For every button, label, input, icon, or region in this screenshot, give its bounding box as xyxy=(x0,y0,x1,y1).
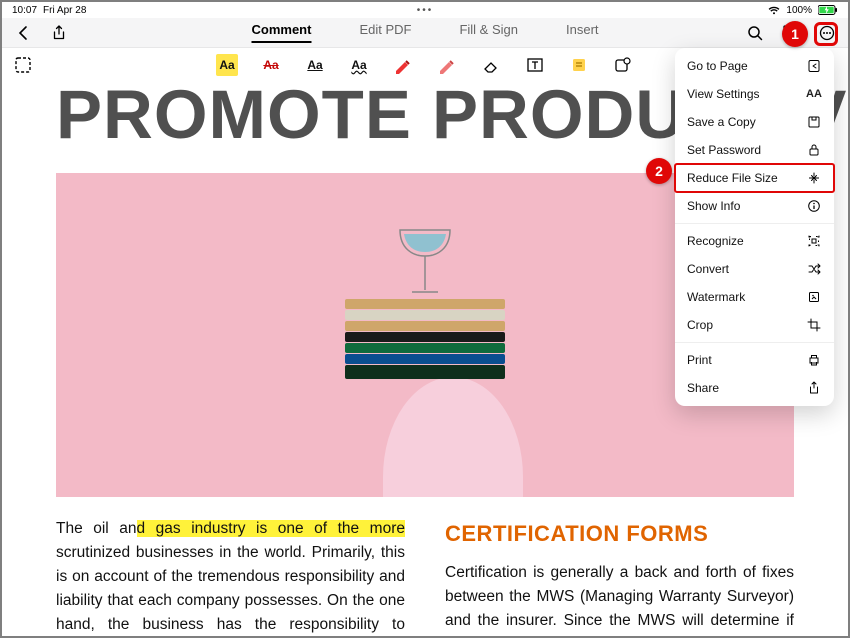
save-icon xyxy=(806,114,822,130)
status-date: Fri Apr 28 xyxy=(43,5,86,16)
print-icon xyxy=(806,352,822,368)
battery-percent: 100% xyxy=(786,5,812,16)
note-icon[interactable] xyxy=(568,54,590,76)
share-icon[interactable] xyxy=(50,24,68,42)
main-toolbar: Comment Edit PDF Fill & Sign Insert xyxy=(2,18,848,48)
menu-item-reduce-file-size[interactable]: Reduce File Size xyxy=(675,164,834,192)
highlight-tool[interactable]: Aa xyxy=(216,54,238,76)
strikeout-tool[interactable]: Aa xyxy=(260,54,282,76)
battery-icon xyxy=(818,5,838,15)
body-text: Certification is generally a back and fo… xyxy=(445,564,794,636)
wm-icon xyxy=(806,289,822,305)
squiggly-tool[interactable]: Aa xyxy=(348,54,370,76)
menu-item-show-info[interactable]: Show Info xyxy=(675,192,834,220)
menu-item-watermark[interactable]: Watermark xyxy=(675,283,834,311)
marker-pink-icon[interactable] xyxy=(436,54,458,76)
underline-tool[interactable]: Aa xyxy=(304,54,326,76)
callout-badge-1: 1 xyxy=(782,21,808,47)
menu-item-go-to-page[interactable]: Go to Page xyxy=(675,52,834,80)
status-time: 10:07 xyxy=(12,5,37,16)
menu-item-print[interactable]: Print xyxy=(675,346,834,374)
marker-red-icon[interactable] xyxy=(392,54,414,76)
menu-item-share[interactable]: Share xyxy=(675,374,834,402)
menu-item-convert[interactable]: Convert xyxy=(675,255,834,283)
tab-insert[interactable]: Insert xyxy=(566,22,599,43)
go-icon xyxy=(806,58,822,74)
crop-icon xyxy=(806,317,822,333)
menu-item-view-settings[interactable]: View SettingsAA xyxy=(675,80,834,108)
more-menu: Go to PageView SettingsAASave a CopySet … xyxy=(675,48,834,406)
callout-ring-1 xyxy=(814,22,838,46)
scan-icon xyxy=(806,233,822,249)
lock-icon xyxy=(806,142,822,158)
section-heading: CERTIFICATION FORMS xyxy=(445,517,794,551)
tab-edit-pdf[interactable]: Edit PDF xyxy=(359,22,411,43)
book-stack xyxy=(345,298,505,379)
search-icon[interactable] xyxy=(746,24,764,42)
back-button[interactable] xyxy=(14,24,32,42)
tab-fill-sign[interactable]: Fill & Sign xyxy=(459,22,518,43)
info-icon xyxy=(806,198,822,214)
cocktail-glass-graphic xyxy=(390,220,460,305)
column-left: The oil and gas industry is one of the m… xyxy=(56,517,405,636)
eraser-icon[interactable] xyxy=(480,54,502,76)
stamp-icon[interactable] xyxy=(612,54,634,76)
aA-icon: AA xyxy=(806,86,822,102)
menu-item-set-password[interactable]: Set Password xyxy=(675,136,834,164)
body-text: The oil an xyxy=(56,520,137,537)
highlighted-text: d gas industry is one of the more xyxy=(137,520,405,537)
mode-tabs: Comment Edit PDF Fill & Sign Insert xyxy=(251,22,598,43)
callout-badge-2: 2 xyxy=(646,158,672,184)
column-right: CERTIFICATION FORMS Certification is gen… xyxy=(445,517,794,636)
textbox-icon[interactable] xyxy=(524,54,546,76)
tab-comment[interactable]: Comment xyxy=(251,22,311,43)
selection-tool-icon[interactable] xyxy=(14,56,32,74)
compress-icon xyxy=(806,170,822,186)
home-indicator-dots: ••• xyxy=(417,5,434,16)
shuffle-icon xyxy=(806,261,822,277)
menu-item-recognize[interactable]: Recognize xyxy=(675,227,834,255)
wifi-icon xyxy=(768,5,780,15)
menu-item-crop[interactable]: Crop xyxy=(675,311,834,339)
hand-graphic xyxy=(383,377,523,497)
menu-item-save-a-copy[interactable]: Save a Copy xyxy=(675,108,834,136)
share-icon xyxy=(806,380,822,396)
status-bar: 10:07 Fri Apr 28 ••• 100% xyxy=(2,2,848,18)
